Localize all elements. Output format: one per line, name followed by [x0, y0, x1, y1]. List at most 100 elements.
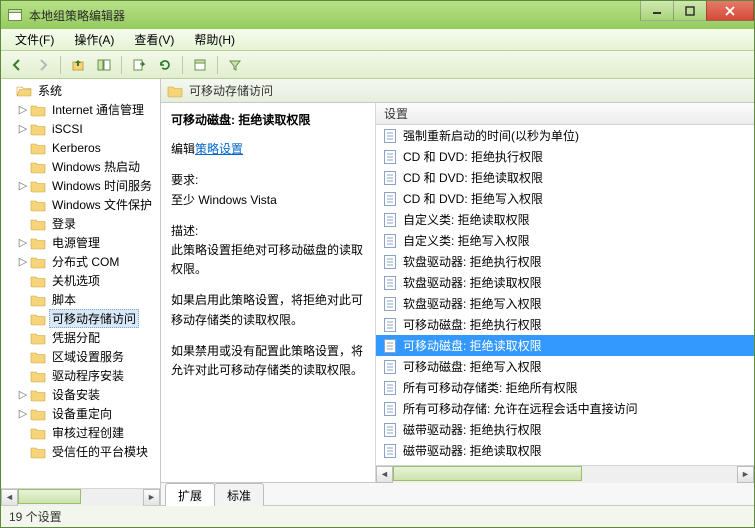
folder-icon	[30, 312, 46, 326]
list-item[interactable]: 所有可移动存储: 允许在远程会话中直接访问	[376, 398, 754, 419]
policy-icon	[382, 317, 398, 333]
list-hscrollbar[interactable]: ◄ ►	[376, 465, 754, 482]
show-hide-tree-button[interactable]	[92, 54, 116, 76]
close-button[interactable]	[706, 1, 754, 21]
minimize-button[interactable]	[640, 1, 674, 21]
policy-icon	[382, 359, 398, 375]
list-item[interactable]: 自定义类: 拒绝读取权限	[376, 209, 754, 230]
list-item[interactable]: CD 和 DVD: 拒绝写入权限	[376, 188, 754, 209]
view-tabs: 扩展 标准	[161, 483, 754, 505]
list-item-label: CD 和 DVD: 拒绝执行权限	[403, 148, 543, 165]
expand-icon[interactable]: ▷	[17, 122, 29, 135]
expand-icon[interactable]: ▷	[17, 407, 29, 420]
tree-item[interactable]: 脚本	[3, 290, 160, 309]
back-button[interactable]	[5, 54, 29, 76]
list-item[interactable]: 可移动磁盘: 拒绝写入权限	[376, 356, 754, 377]
tree-item[interactable]: ▷Internet 通信管理	[3, 100, 160, 119]
tree-item[interactable]: ▷设备重定向	[3, 404, 160, 423]
list-item[interactable]: CD 和 DVD: 拒绝执行权限	[376, 146, 754, 167]
expand-icon[interactable]: ▷	[17, 388, 29, 401]
properties-button[interactable]	[188, 54, 212, 76]
folder-icon	[30, 179, 46, 193]
folder-icon	[30, 236, 46, 250]
tree-item[interactable]: 关机选项	[3, 271, 160, 290]
scroll-left-icon[interactable]: ◄	[1, 489, 18, 506]
scroll-right-icon[interactable]: ►	[737, 466, 754, 483]
tree-item[interactable]: ▷iSCSI	[3, 119, 160, 138]
tree-item[interactable]: 登录	[3, 214, 160, 233]
menu-help[interactable]: 帮助(H)	[186, 29, 243, 50]
list-item[interactable]: 磁带驱动器: 拒绝读取权限	[376, 440, 754, 461]
list-item[interactable]: 软盘驱动器: 拒绝读取权限	[376, 272, 754, 293]
tree-item[interactable]: ▷分布式 COM	[3, 252, 160, 271]
policy-icon	[382, 401, 398, 417]
tab-extended[interactable]: 扩展	[165, 483, 215, 506]
expand-icon[interactable]: ▷	[17, 236, 29, 249]
tree-item[interactable]: 凭据分配	[3, 328, 160, 347]
tree-item-label: Windows 文件保护	[49, 195, 155, 214]
tree-item[interactable]: ▷设备安装	[3, 385, 160, 404]
folder-icon	[30, 426, 46, 440]
menu-action[interactable]: 操作(A)	[66, 29, 122, 50]
menu-view[interactable]: 查看(V)	[126, 29, 182, 50]
tree-item[interactable]: 区域设置服务	[3, 347, 160, 366]
list-item[interactable]: 软盘驱动器: 拒绝执行权限	[376, 251, 754, 272]
list-item[interactable]: 软盘驱动器: 拒绝写入权限	[376, 293, 754, 314]
policy-icon	[382, 422, 398, 438]
edit-policy-link[interactable]: 策略设置	[195, 142, 243, 156]
tree-item[interactable]: Windows 热启动	[3, 157, 160, 176]
up-button[interactable]	[66, 54, 90, 76]
list-item-label: 自定义类: 拒绝写入权限	[403, 232, 530, 249]
tree-item[interactable]: ▷Windows 时间服务	[3, 176, 160, 195]
tree-item[interactable]: Kerberos	[3, 138, 160, 157]
filter-button[interactable]	[223, 54, 247, 76]
scroll-thumb[interactable]	[18, 489, 81, 504]
list-item[interactable]: 磁带驱动器: 拒绝执行权限	[376, 419, 754, 440]
folder-icon	[30, 445, 46, 459]
policy-icon	[382, 191, 398, 207]
policy-icon	[382, 254, 398, 270]
requirements-label: 要求:	[171, 171, 365, 190]
menubar: 文件(F) 操作(A) 查看(V) 帮助(H)	[1, 29, 754, 51]
tree-item[interactable]: 驱动程序安装	[3, 366, 160, 385]
list-item[interactable]: 可移动磁盘: 拒绝读取权限	[376, 335, 754, 356]
scroll-left-icon[interactable]: ◄	[376, 466, 393, 483]
tree-item[interactable]: 审核过程创建	[3, 423, 160, 442]
tree[interactable]: 系统▷Internet 通信管理▷iSCSI KerberosWindows 热启…	[1, 79, 160, 488]
forward-button[interactable]	[31, 54, 55, 76]
policy-icon	[382, 233, 398, 249]
scroll-right-icon[interactable]: ►	[143, 489, 160, 506]
tree-item-label: 驱动程序安装	[49, 366, 127, 385]
settings-list[interactable]: 强制重新启动的时间(以秒为单位) CD 和 DVD: 拒绝执行权限 CD 和 DVD…	[376, 125, 754, 465]
tree-item[interactable]: ▷电源管理	[3, 233, 160, 252]
expand-icon[interactable]: ▷	[17, 179, 29, 192]
expand-icon[interactable]: ▷	[17, 103, 29, 116]
list-item[interactable]: 所有可移动存储类: 拒绝所有权限	[376, 377, 754, 398]
tree-root[interactable]: 系统	[3, 81, 160, 100]
tree-pane: 系统▷Internet 通信管理▷iSCSI KerberosWindows 热启…	[1, 79, 161, 505]
settings-column-header[interactable]: 设置	[376, 103, 754, 125]
list-item-label: 强制重新启动的时间(以秒为单位)	[403, 127, 579, 144]
menu-file[interactable]: 文件(F)	[7, 29, 62, 50]
tree-hscrollbar[interactable]: ◄ ►	[1, 488, 160, 505]
settings-list-pane: 设置 强制重新启动的时间(以秒为单位) CD 和 DVD: 拒绝执行权限 CD 和 …	[376, 103, 754, 482]
tree-item-label: Windows 热启动	[49, 157, 143, 176]
expand-icon[interactable]: ▷	[17, 255, 29, 268]
maximize-button[interactable]	[673, 1, 707, 21]
tree-item[interactable]: 可移动存储访问	[3, 309, 160, 328]
list-item[interactable]: CD 和 DVD: 拒绝读取权限	[376, 167, 754, 188]
tab-standard[interactable]: 标准	[214, 483, 264, 506]
list-item[interactable]: 自定义类: 拒绝写入权限	[376, 230, 754, 251]
description-pane: 可移动磁盘: 拒绝读取权限 编辑策略设置 要求: 至少 Windows Vist…	[161, 103, 376, 482]
list-item[interactable]: 可移动磁盘: 拒绝执行权限	[376, 314, 754, 335]
tree-item[interactable]: Windows 文件保护	[3, 195, 160, 214]
scroll-thumb[interactable]	[393, 466, 582, 481]
folder-icon	[30, 141, 46, 155]
list-item-label: 可移动磁盘: 拒绝执行权限	[403, 316, 542, 333]
list-item[interactable]: 强制重新启动的时间(以秒为单位)	[376, 125, 754, 146]
tree-item[interactable]: 受信任的平台模块	[3, 442, 160, 461]
refresh-button[interactable]	[153, 54, 177, 76]
tree-item-label: Kerberos	[49, 140, 104, 156]
export-button[interactable]	[127, 54, 151, 76]
titlebar[interactable]: 本地组策略编辑器	[1, 1, 754, 29]
